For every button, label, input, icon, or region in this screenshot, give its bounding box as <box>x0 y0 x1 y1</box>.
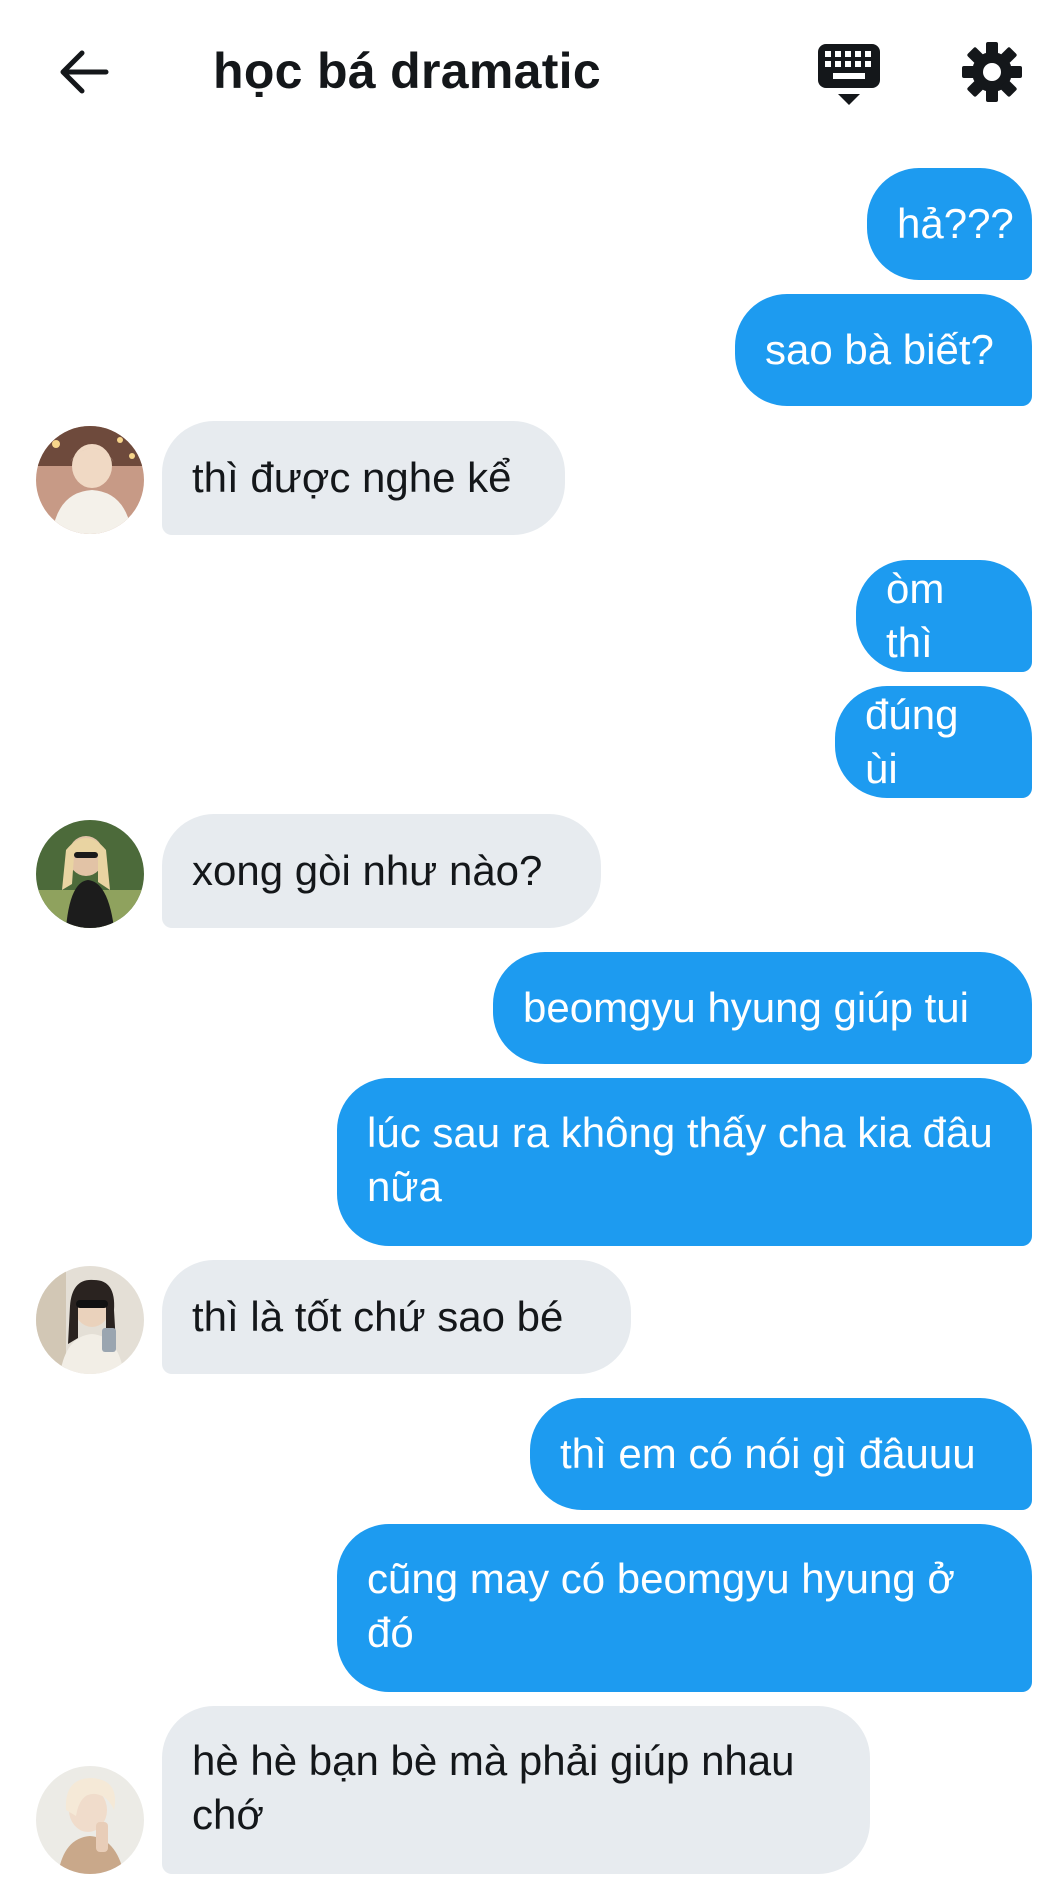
avatar-1-image <box>36 426 144 534</box>
incoming-message[interactable]: hè hè bạn bè mà phải giúp nhau chớ <box>162 1706 870 1874</box>
outgoing-message[interactable]: beomgyu hyung giúp tui <box>493 952 1032 1064</box>
incoming-message[interactable]: thì là tốt chứ sao bé <box>162 1260 631 1374</box>
avatar[interactable] <box>36 1766 144 1874</box>
settings-button[interactable] <box>960 40 1024 104</box>
outgoing-message[interactable]: cũng may có beomgyu hyung ở đó <box>337 1524 1032 1692</box>
avatar[interactable] <box>36 1266 144 1374</box>
incoming-message[interactable]: thì được nghe kể <box>162 421 565 535</box>
keyboard-icon <box>818 44 880 105</box>
incoming-message[interactable]: xong gòi như nào? <box>162 814 601 928</box>
conversation-title: học bá dramatic <box>213 43 601 99</box>
outgoing-message[interactable]: đúng ùi <box>835 686 1032 798</box>
chat-header: học bá dramatic <box>0 0 1054 150</box>
back-button[interactable] <box>52 40 116 104</box>
outgoing-message[interactable]: òm thì <box>856 560 1032 672</box>
avatar[interactable] <box>36 426 144 534</box>
outgoing-message[interactable]: sao bà biết? <box>735 294 1032 406</box>
avatar[interactable] <box>36 820 144 928</box>
arrow-left-icon <box>60 50 109 94</box>
gear-icon <box>962 42 1022 102</box>
outgoing-message[interactable]: hả??? <box>867 168 1032 280</box>
outgoing-message[interactable]: lúc sau ra không thấy cha kia đâu nữa <box>337 1078 1032 1246</box>
keyboard-toggle-button[interactable] <box>816 38 882 108</box>
avatar-3-image <box>36 1266 144 1374</box>
avatar-2-image <box>36 820 144 928</box>
avatar-4-image <box>36 1766 144 1874</box>
outgoing-message[interactable]: thì em có nói gì đâuuu <box>530 1398 1032 1510</box>
